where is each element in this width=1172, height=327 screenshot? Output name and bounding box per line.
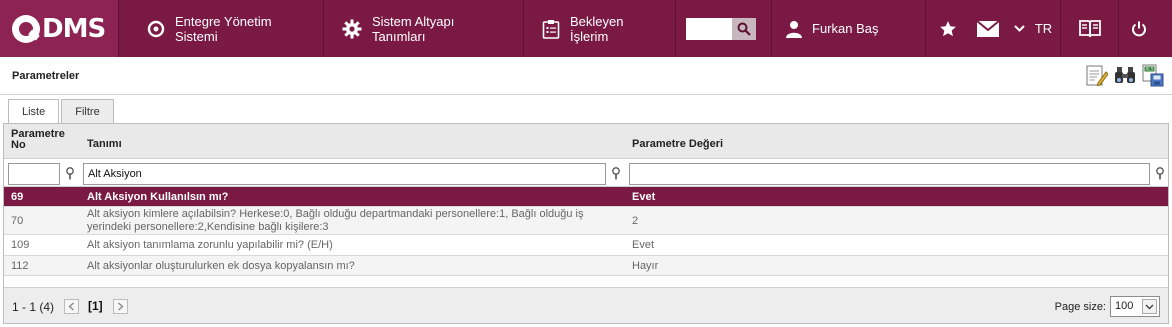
next-page-button[interactable] xyxy=(113,299,128,314)
nav-label: Bekleyen İşlerim xyxy=(570,13,624,44)
tab-filtre[interactable]: Filtre xyxy=(61,99,114,123)
nav-entegre-yonetim-sistemi[interactable]: Entegre Yönetim Sistemi xyxy=(118,0,323,57)
filter-input-deger[interactable] xyxy=(629,163,1150,185)
cell-tanim: Alt aksiyon tanımlama zorunlu yapılabili… xyxy=(87,239,333,251)
qdms-logo[interactable]: DMS xyxy=(0,0,118,57)
pager: 1 - 1 (4) [1] Page size: 100 xyxy=(4,287,1168,323)
tab-liste[interactable]: Liste xyxy=(8,99,60,124)
column-header-parametre-degeri[interactable]: Parametre Değeri xyxy=(632,138,723,150)
cell-tanim: Alt aksiyonlar oluşturulurken ek dosya k… xyxy=(87,260,355,272)
cell-deger: 2 xyxy=(632,215,639,227)
grid-header: Parametre No Tanımı Parametre Değeri xyxy=(4,124,1168,159)
tab-strip: Liste Filtre xyxy=(8,99,116,124)
search-input[interactable] xyxy=(686,17,732,40)
qdms-circle-icon xyxy=(147,20,165,38)
cell-deger: Evet xyxy=(632,239,655,251)
search-icon[interactable] xyxy=(732,17,756,40)
cell-tanim: Alt aksiyon kimlere açılabilsin? Herkese… xyxy=(87,208,584,233)
logo-q-icon xyxy=(12,14,40,43)
user-icon xyxy=(786,20,802,38)
filter-row xyxy=(4,159,1168,187)
chevron-down-icon[interactable] xyxy=(1142,299,1157,314)
svg-text:XLS: XLS xyxy=(1145,67,1154,73)
parameters-grid: Parametre No Tanımı Parametre Değeri 69 … xyxy=(3,123,1169,324)
toolbar: XLS xyxy=(1086,63,1164,87)
cell-no: 112 xyxy=(11,260,29,272)
logo-text: DMS xyxy=(42,13,106,44)
favorites-star-icon[interactable] xyxy=(926,0,970,57)
filter-input-no[interactable] xyxy=(8,163,60,185)
filter-funnel-icon[interactable] xyxy=(65,167,75,181)
column-header-tanimi[interactable]: Tanımı xyxy=(87,138,122,150)
gear-icon xyxy=(342,19,362,39)
column-header-parametre-no[interactable]: Parametre No xyxy=(11,129,77,151)
cell-no: 70 xyxy=(11,215,24,227)
user-name: Furkan Baş xyxy=(812,21,879,36)
prev-page-button[interactable] xyxy=(64,299,79,314)
filter-funnel-icon[interactable] xyxy=(1155,167,1165,181)
binoculars-icon[interactable] xyxy=(1114,63,1136,87)
cell-deger: Hayır xyxy=(632,260,659,272)
table-row[interactable]: 112 Alt aksiyonlar oluşturulurken ek dos… xyxy=(4,256,1168,276)
current-page[interactable]: [1] xyxy=(88,299,103,313)
pager-info: 1 - 1 (4) xyxy=(12,300,55,314)
nav-label: Entegre Yönetim Sistemi xyxy=(175,13,272,44)
user-menu[interactable]: Furkan Baş xyxy=(771,0,926,57)
edit-document-icon[interactable] xyxy=(1086,63,1108,87)
help-book-icon[interactable] xyxy=(1060,0,1118,57)
cell-deger: Evet xyxy=(632,191,656,203)
language-code: TR xyxy=(1034,21,1053,36)
chevron-down-icon xyxy=(1014,25,1025,32)
filter-input-tanimi[interactable] xyxy=(83,163,606,185)
nav-bekleyen-islerim[interactable]: Bekleyen İşlerim xyxy=(523,0,675,57)
mail-icon[interactable] xyxy=(970,0,1006,57)
cell-tanim: Alt Aksiyon Kullanılsın mı? xyxy=(87,191,229,203)
cell-no: 109 xyxy=(11,239,30,251)
page-size-select[interactable]: 100 xyxy=(1110,296,1160,317)
page-size-value: 100 xyxy=(1115,300,1134,312)
table-row[interactable]: 70 Alt aksiyon kimlere açılabilsin? Herk… xyxy=(4,207,1168,235)
page-size-label: Page size: xyxy=(1054,301,1106,313)
page-title: Parametreler xyxy=(12,70,80,82)
language-selector[interactable]: TR xyxy=(1006,0,1060,57)
search-box xyxy=(675,0,771,57)
power-logout-icon[interactable] xyxy=(1118,0,1158,57)
page-header: Parametreler XLS xyxy=(0,57,1172,95)
cell-no: 69 xyxy=(11,191,24,203)
nav-label: Sistem Altyapı Tanımları xyxy=(372,13,455,44)
filter-funnel-icon[interactable] xyxy=(611,167,621,181)
top-navigation-bar: DMS Entegre Yönetim Sistemi Sistem Altya… xyxy=(0,0,1172,57)
excel-export-icon[interactable]: XLS xyxy=(1142,63,1164,87)
clipboard-icon xyxy=(542,19,560,39)
table-row[interactable]: 69 Alt Aksiyon Kullanılsın mı? Evet xyxy=(4,187,1168,207)
table-row[interactable]: 109 Alt aksiyon tanımlama zorunlu yapıla… xyxy=(4,235,1168,256)
nav-sistem-altyapi-tanimlari[interactable]: Sistem Altyapı Tanımları xyxy=(323,0,523,57)
